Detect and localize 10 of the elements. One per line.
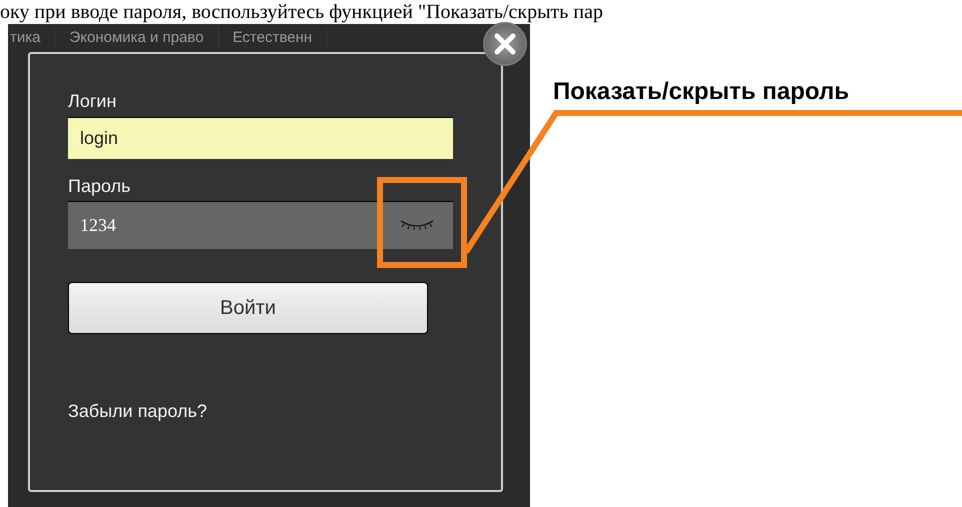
login-label: Логин — [68, 90, 118, 112]
password-label: Пароль — [68, 175, 132, 197]
callout-label: Показать/скрыть пароль — [553, 77, 849, 107]
login-button[interactable]: Войти — [68, 282, 428, 334]
caption-text: оку при вводе пароля, воспользуйтесь функцией "Показать/скрыть пар — [0, 0, 604, 24]
password-field[interactable]: 1234 — [68, 201, 453, 249]
forgot-password-link[interactable]: Забыли пароль? — [68, 398, 207, 425]
login-field[interactable]: login — [68, 117, 453, 159]
closed-eye-icon[interactable] — [399, 218, 435, 232]
close-icon[interactable] — [493, 32, 517, 56]
